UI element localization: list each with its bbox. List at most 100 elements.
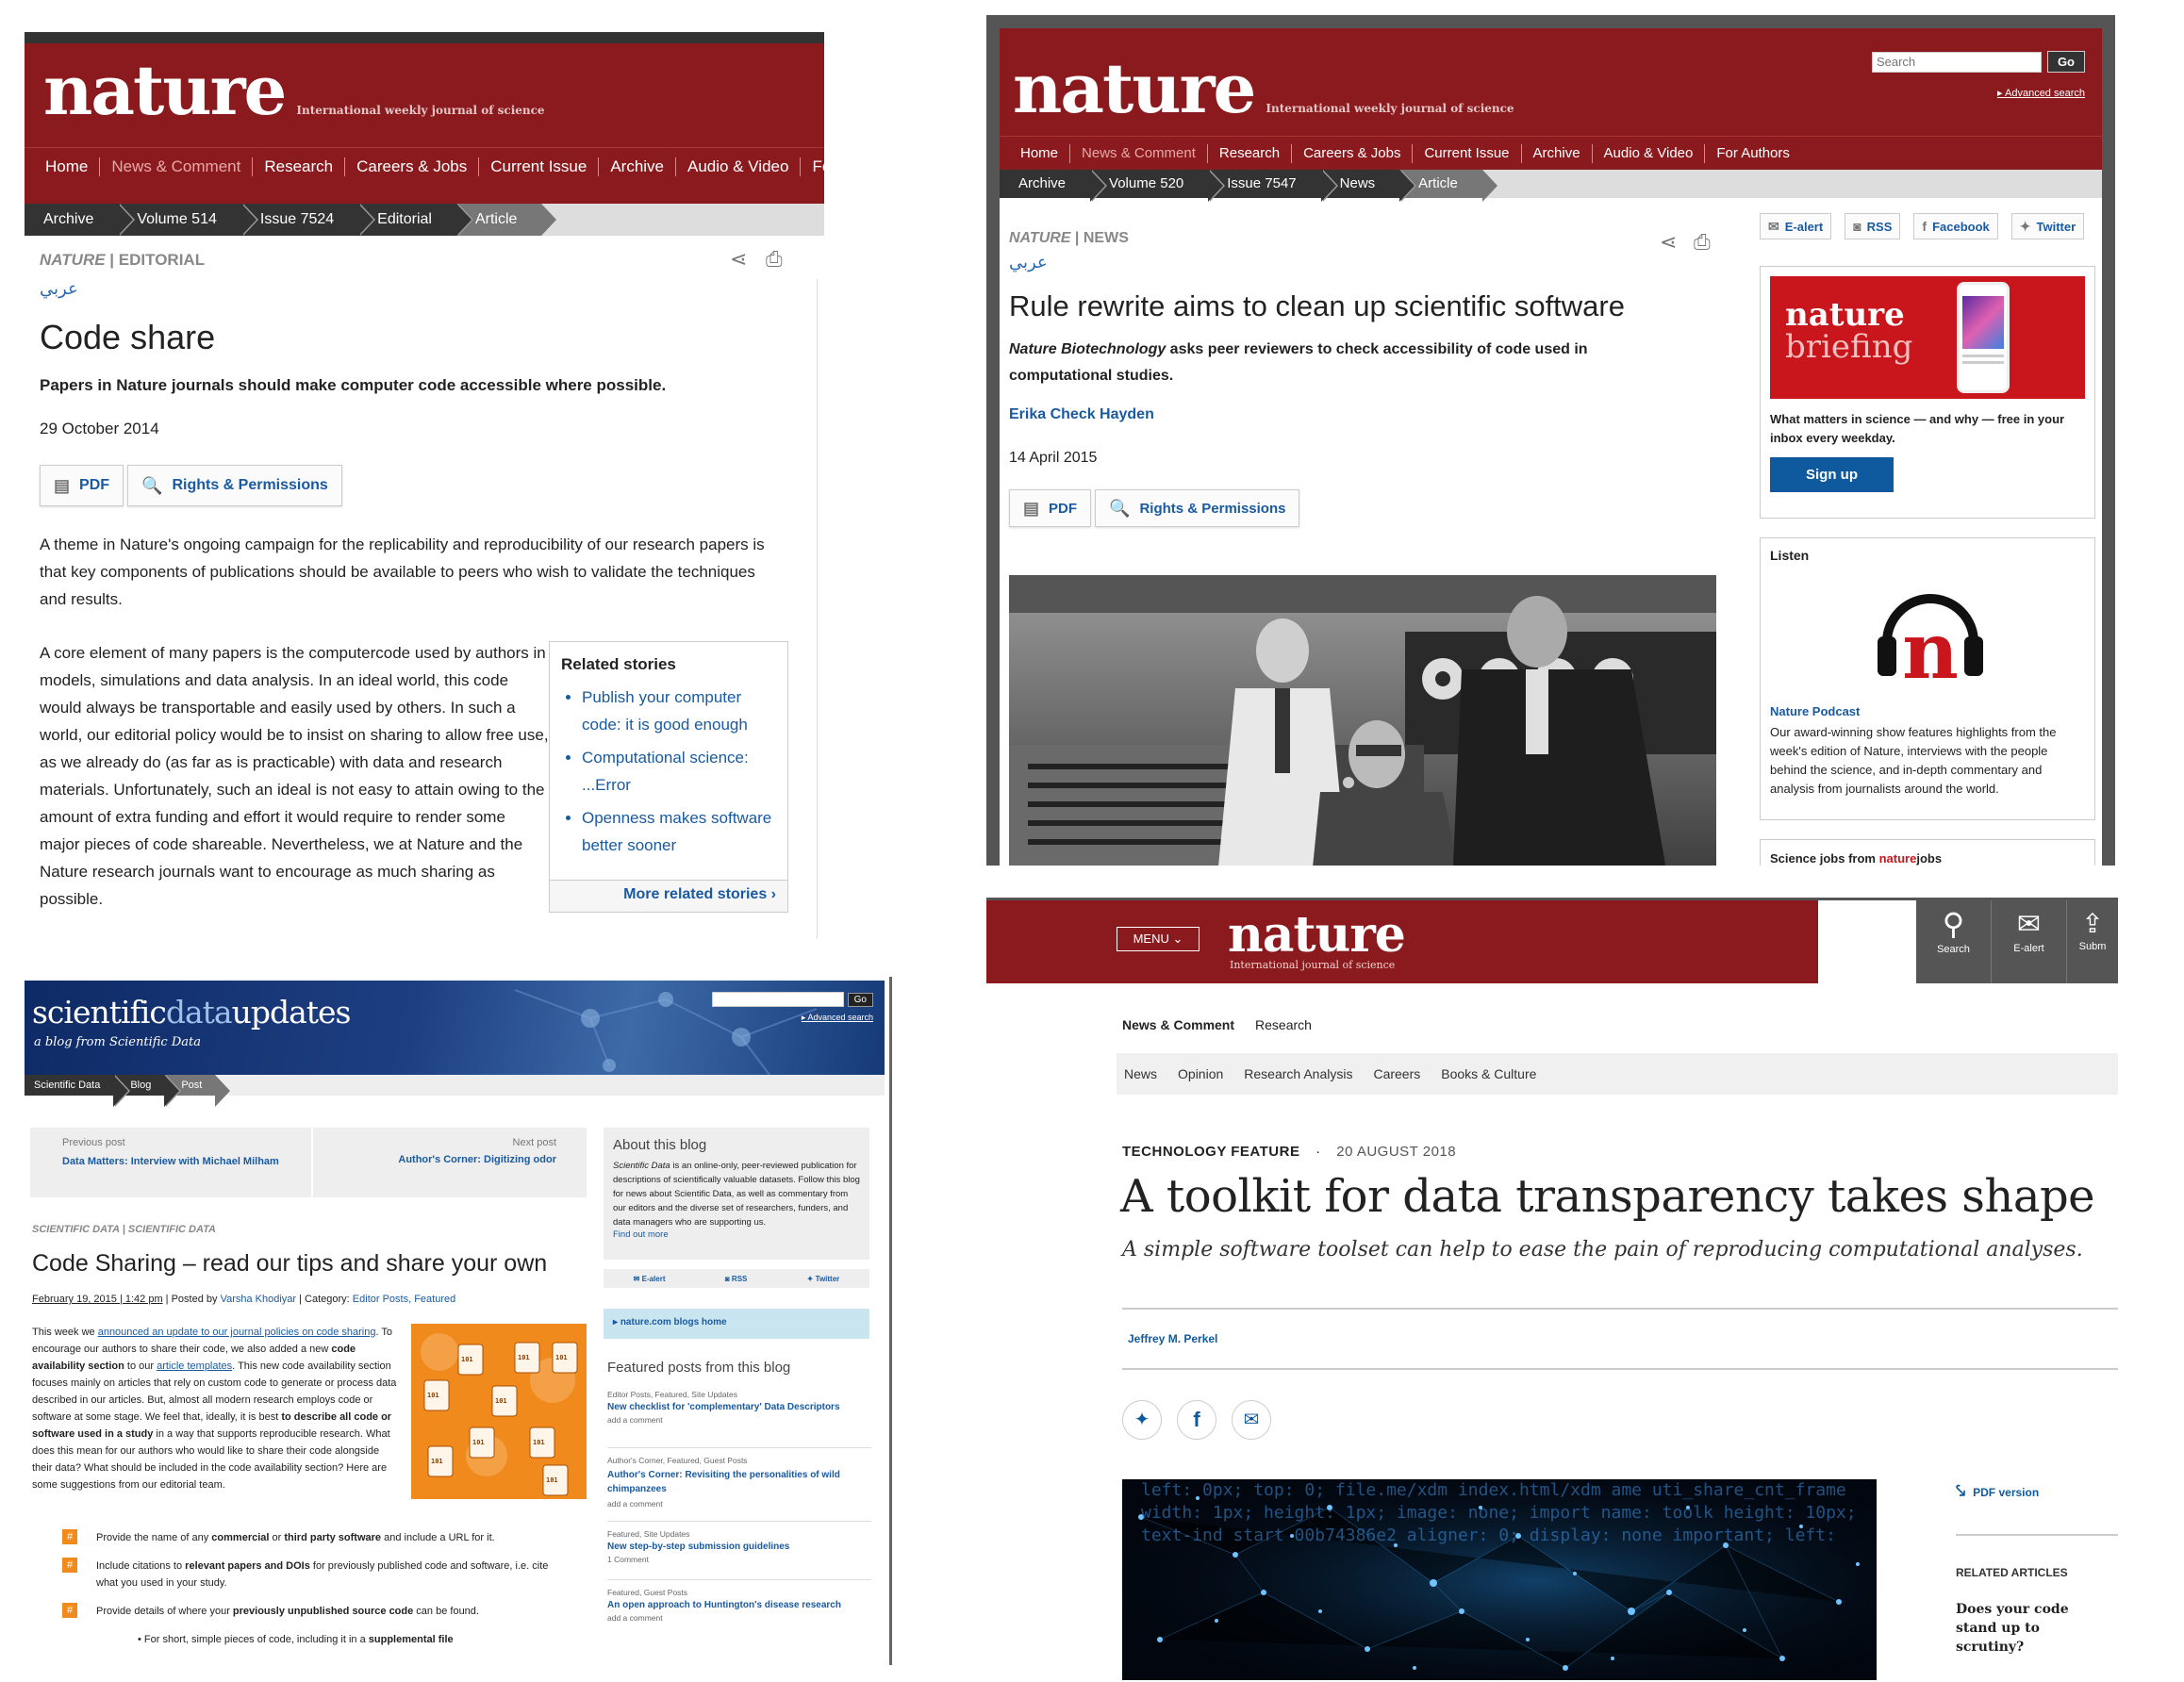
menu-button[interactable]: MENU ⌄ xyxy=(1117,927,1200,951)
nature-logo[interactable]: nature xyxy=(1013,55,1256,123)
prev-link[interactable]: Data Matters: Interview with Michael Mil… xyxy=(62,1154,279,1169)
text: For short, simple pieces of code, includ… xyxy=(143,1634,369,1645)
blog-logo[interactable]: scientificdataupdates xyxy=(32,994,351,1031)
featured-comments[interactable]: add a comment xyxy=(607,1415,871,1425)
advanced-search-link[interactable]: ▸ Advanced search xyxy=(1997,87,2085,99)
rights-button[interactable]: 🔍 Rights & Permissions xyxy=(127,465,342,506)
related-link[interactable]: Publish your computer code: it is good e… xyxy=(582,684,776,738)
featured-comments[interactable]: add a comment xyxy=(607,1499,871,1509)
briefing-banner[interactable]: nature briefing xyxy=(1770,276,2085,399)
arabic-link[interactable]: عربي xyxy=(40,279,786,299)
next-post[interactable]: Next post Author's Corner: Digitizing od… xyxy=(313,1128,587,1197)
nav-research[interactable]: Research xyxy=(1208,143,1293,163)
nav-careers[interactable]: Careers & Jobs xyxy=(1292,143,1414,163)
pdf-version-link[interactable]: ⤥ PDF version xyxy=(1956,1481,2039,1501)
find-out-more-link[interactable]: Find out more xyxy=(613,1229,860,1240)
nav-for-authors[interactable]: For Authors xyxy=(1705,144,1801,163)
related-link[interactable]: Openness makes software better sooner xyxy=(582,804,776,859)
nature-logo[interactable]: nature xyxy=(43,57,287,124)
pdf-button[interactable]: ▤ PDF xyxy=(1009,489,1092,527)
related-link[interactable]: Computational science: ...Error xyxy=(582,744,776,799)
nav-archive[interactable]: Archive xyxy=(1522,143,1593,163)
nav-research[interactable]: Research xyxy=(1255,1017,1312,1032)
nav-news-comment[interactable]: News & Comment xyxy=(1070,143,1208,163)
featured-link[interactable]: New step-by-step submission guidelines xyxy=(607,1542,871,1552)
submit-tool[interactable]: ⇪ Subm xyxy=(2067,900,2118,983)
hash-icon: # xyxy=(62,1603,77,1618)
rss-button[interactable]: ◙ RSS xyxy=(725,1275,748,1283)
ealert-tool[interactable]: ✉ E-alert xyxy=(1992,900,2067,983)
crumb-issue[interactable]: Issue 7524 xyxy=(240,204,376,236)
twitter-label: Twitter xyxy=(815,1274,840,1283)
subnav-research-analysis[interactable]: Research Analysis xyxy=(1244,1066,1352,1081)
facebook-button[interactable]: f Facebook xyxy=(1913,213,1998,239)
facebook-share-button[interactable]: f xyxy=(1177,1400,1216,1440)
nav-current-issue[interactable]: Current Issue xyxy=(479,157,600,176)
signup-button[interactable]: Sign up xyxy=(1770,457,1894,492)
share-icon[interactable]: ⋖ xyxy=(1660,230,1677,255)
about-box: About this blog Scientific Data is an on… xyxy=(604,1128,869,1260)
subnav-books-culture[interactable]: Books & Culture xyxy=(1441,1066,1536,1081)
featured-link[interactable]: New checklist for 'complementary' Data D… xyxy=(607,1402,871,1412)
featured-link[interactable]: An open approach to Huntington's disease… xyxy=(607,1600,871,1610)
nav-home[interactable]: Home xyxy=(1009,143,1071,163)
advanced-search-link[interactable]: ▸ Advanced search xyxy=(802,1013,873,1023)
nav-careers[interactable]: Careers & Jobs xyxy=(345,157,480,176)
nav-audio-video[interactable]: Audio & Video xyxy=(676,157,802,176)
print-icon[interactable]: ⎙ xyxy=(1694,230,1711,255)
nav-for-authors[interactable]: For Auth xyxy=(801,157,824,176)
nav-archive[interactable]: Archive xyxy=(599,157,677,176)
nav-current-issue[interactable]: Current Issue xyxy=(1413,143,1522,163)
search-tool[interactable]: ⚲ Search xyxy=(1916,900,1992,983)
nature-logo[interactable]: nature xyxy=(1228,906,1406,964)
nav-home[interactable]: Home xyxy=(34,157,101,176)
subnav-careers[interactable]: Careers xyxy=(1373,1066,1420,1081)
blogs-home-link[interactable]: ▸ nature.com blogs home xyxy=(604,1309,869,1339)
subnav-news[interactable]: News xyxy=(1124,1066,1157,1081)
podcast-logo[interactable]: n xyxy=(1874,576,1987,697)
nav-news-comment[interactable]: News & Comment xyxy=(100,157,254,176)
nav-news-comment[interactable]: News & Comment xyxy=(1122,1017,1234,1032)
email-share-button[interactable]: ✉ xyxy=(1232,1400,1271,1440)
rss-button[interactable]: ◙ RSS xyxy=(1845,213,1901,239)
crumb-archive[interactable]: Archive xyxy=(1000,170,1108,202)
jobs-label: Science jobs from xyxy=(1770,851,1879,866)
submit-label: Subm xyxy=(2078,941,2107,952)
featured-link[interactable]: Author's Corner: Revisiting the personal… xyxy=(607,1468,871,1496)
search-input[interactable] xyxy=(711,992,844,1007)
more-related-link[interactable]: More related stories › xyxy=(550,880,787,912)
crumb-volume[interactable]: Volume 514 xyxy=(118,204,258,236)
search-input[interactable] xyxy=(1871,51,2042,73)
prev-post[interactable]: Previous post Data Matters: Interview wi… xyxy=(30,1128,313,1197)
crumb-scientific-data[interactable]: Scientific Data xyxy=(25,1075,131,1107)
arabic-link[interactable]: عربي xyxy=(1009,253,1726,272)
related-article-link[interactable]: Does your code stand up to scrutiny? xyxy=(1956,1600,2110,1657)
crumb-volume[interactable]: Volume 520 xyxy=(1090,170,1226,202)
twitter-button[interactable]: ✦ Twitter xyxy=(2010,213,2085,239)
podcast-title[interactable]: Nature Podcast xyxy=(1770,704,1860,718)
crumb-archive[interactable]: Archive xyxy=(25,204,136,236)
twitter-button[interactable]: ✦ Twitter xyxy=(807,1275,840,1283)
post-author-link[interactable]: Varsha Khodiyar xyxy=(221,1294,297,1305)
share-icon[interactable]: ⋖ xyxy=(730,247,747,272)
featured-comments[interactable]: 1 Comment xyxy=(607,1555,871,1564)
author-link[interactable]: Jeffrey M. Perkel xyxy=(1128,1332,1217,1345)
subnav-opinion[interactable]: Opinion xyxy=(1178,1066,1223,1081)
text: can be found. xyxy=(413,1606,479,1617)
rights-button[interactable]: 🔍 Rights & Permissions xyxy=(1095,489,1300,527)
templates-link[interactable]: article templates xyxy=(157,1360,232,1372)
ealert-button[interactable]: ✉ E-alert xyxy=(1760,213,1832,239)
pdf-button[interactable]: ▤ PDF xyxy=(40,465,124,506)
ealert-button[interactable]: ✉ E-alert xyxy=(634,1275,666,1283)
post-category-links[interactable]: Editor Posts, Featured xyxy=(353,1294,455,1305)
policy-link[interactable]: announced an update to our journal polic… xyxy=(98,1327,376,1338)
print-icon[interactable]: ⎙ xyxy=(766,247,783,272)
featured-comments[interactable]: add a comment xyxy=(607,1613,871,1623)
next-link[interactable]: Author's Corner: Digitizing odor xyxy=(343,1154,556,1165)
twitter-share-button[interactable]: ✦ xyxy=(1122,1400,1162,1440)
author-link[interactable]: Erika Check Hayden xyxy=(1009,406,1726,423)
go-button[interactable]: Go xyxy=(847,992,873,1007)
nav-research[interactable]: Research xyxy=(253,157,346,176)
nav-audio-video[interactable]: Audio & Video xyxy=(1593,143,1706,163)
go-button[interactable]: Go xyxy=(2046,51,2085,73)
